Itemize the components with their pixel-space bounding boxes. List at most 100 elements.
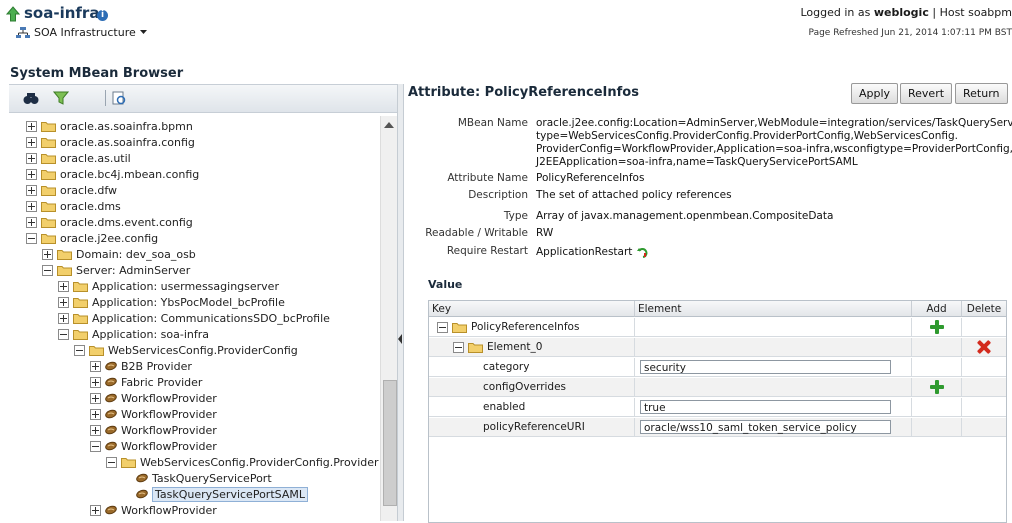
tree-node[interactable]: Server: AdminServer [42, 262, 190, 278]
tree-node-label[interactable]: Application: CommunicationsSDO_bcProfile [92, 312, 330, 325]
expand-icon[interactable] [90, 424, 101, 436]
revert-button[interactable]: Revert [900, 83, 953, 104]
element-value-input[interactable]: true [640, 400, 891, 414]
tree-node[interactable]: WebServicesConfig.ProviderConfig [74, 342, 298, 358]
tree-node[interactable]: Application: YbsPocModel_bcProfile [58, 294, 285, 310]
tree-node-label[interactable]: Server: AdminServer [76, 264, 190, 277]
collapse-icon[interactable] [453, 341, 464, 353]
col-header-element[interactable]: Element [635, 301, 912, 317]
tree-node-label[interactable]: Application: soa-infra [92, 328, 209, 341]
tree-node-label-selected[interactable]: TaskQueryServicePortSAML [152, 486, 308, 502]
tree-node-label[interactable]: oracle.as.soainfra.config [60, 136, 195, 149]
expand-icon[interactable] [26, 152, 37, 164]
tree-node-label[interactable]: oracle.j2ee.config [60, 232, 158, 245]
scroll-up-icon[interactable] [384, 122, 394, 128]
collapse-icon[interactable] [26, 232, 37, 244]
expand-icon[interactable] [90, 408, 101, 420]
collapse-icon[interactable] [90, 440, 101, 452]
apply-button[interactable]: Apply [851, 83, 899, 104]
expand-icon[interactable] [58, 296, 69, 308]
tree-node-label[interactable]: oracle.bc4j.mbean.config [60, 168, 199, 181]
collapse-icon[interactable] [74, 344, 85, 356]
expand-icon[interactable] [58, 280, 69, 292]
tree-node[interactable]: B2B Provider [90, 358, 192, 374]
tree-node[interactable]: oracle.j2ee.config [26, 230, 158, 246]
tree-node[interactable]: WebServicesConfig.ProviderConfig.Provide… [106, 454, 379, 470]
tree-node[interactable]: WorkflowProvider [90, 390, 217, 406]
tree-node-label[interactable]: Domain: dev_soa_osb [76, 248, 196, 261]
collapse-icon[interactable] [106, 456, 117, 468]
tree-node[interactable]: Domain: dev_soa_osb [42, 246, 196, 262]
tree-node[interactable]: Application: usermessagingserver [58, 278, 279, 294]
expand-icon[interactable] [90, 360, 101, 372]
tree-node[interactable]: oracle.dfw [26, 182, 117, 198]
expand-icon[interactable] [26, 136, 37, 148]
filter-icon[interactable] [53, 90, 69, 106]
tree-node[interactable]: oracle.dms [26, 198, 121, 214]
tree-node-label[interactable]: oracle.dfw [60, 184, 117, 197]
find-icon[interactable] [23, 90, 39, 106]
add-icon[interactable] [929, 380, 944, 394]
tree-node-label[interactable]: oracle.dms.event.config [60, 216, 193, 229]
expand-icon[interactable] [58, 312, 69, 324]
col-header-key[interactable]: Key [429, 301, 635, 317]
mbean-tree[interactable]: oracle.as.soainfra.bpmn oracle.as.soainfr… [9, 116, 379, 521]
soa-infrastructure-menu[interactable]: SOA Infrastructure [16, 26, 147, 39]
panel-splitter[interactable] [397, 84, 404, 521]
tree-node[interactable]: oracle.as.soainfra.config [26, 134, 195, 150]
tree-node-label[interactable]: Fabric Provider [121, 376, 202, 389]
tree-node[interactable]: oracle.as.soainfra.bpmn [26, 118, 193, 134]
tree-node-label[interactable]: WorkflowProvider [121, 440, 217, 453]
tree-node[interactable]: WorkflowProvider [90, 406, 217, 422]
expand-icon[interactable] [26, 216, 37, 228]
expand-icon[interactable] [26, 120, 37, 132]
username[interactable]: weblogic [874, 6, 929, 19]
expand-icon[interactable] [26, 200, 37, 212]
tree-node[interactable]: TaskQueryServicePort [136, 470, 272, 486]
expand-icon[interactable] [26, 168, 37, 180]
tree-node-label[interactable]: WorkflowProvider [121, 424, 217, 437]
tree-node[interactable]: Application: soa-infra [58, 326, 209, 342]
tree-node-label[interactable]: Application: usermessagingserver [92, 280, 279, 293]
refresh-icon[interactable] [111, 90, 127, 106]
scrollbar-thumb[interactable] [383, 380, 397, 506]
tree-node-label[interactable]: WorkflowProvider [121, 392, 217, 405]
expand-icon[interactable] [90, 376, 101, 388]
tree-node-label[interactable]: oracle.as.util [60, 152, 131, 165]
tree-node-label[interactable]: WebServicesConfig.ProviderConfig.Provide… [140, 456, 379, 469]
tree-node[interactable]: WorkflowProvider [90, 422, 217, 438]
collapse-icon[interactable] [437, 321, 448, 333]
tree-scrollbar[interactable] [380, 116, 398, 521]
tree-node-label[interactable]: WorkflowProvider [121, 408, 217, 421]
collapse-left-icon[interactable] [398, 334, 402, 344]
expand-icon[interactable] [90, 392, 101, 404]
tree-node[interactable]: oracle.dms.event.config [26, 214, 193, 230]
info-icon[interactable]: i [97, 10, 108, 21]
delete-icon[interactable] [977, 340, 991, 354]
tree-node[interactable]: WorkflowProvider [90, 438, 217, 454]
tree-node-label[interactable]: WebServicesConfig.ProviderConfig [108, 344, 298, 357]
tree-node-label[interactable]: Application: YbsPocModel_bcProfile [92, 296, 285, 309]
expand-icon[interactable] [26, 184, 37, 196]
tree-node[interactable]: Application: CommunicationsSDO_bcProfile [58, 310, 330, 326]
tree-node[interactable]: TaskQueryServicePortSAML [136, 486, 308, 502]
collapse-icon[interactable] [42, 264, 53, 276]
expand-icon[interactable] [42, 248, 53, 260]
up-arrow-icon[interactable] [6, 6, 20, 22]
tree-node-label[interactable]: B2B Provider [121, 360, 192, 373]
collapse-icon[interactable] [58, 328, 69, 340]
element-value-input[interactable]: security [640, 360, 891, 374]
tree-node[interactable]: oracle.as.util [26, 150, 131, 166]
element-value-input[interactable]: oracle/wss10_saml_token_service_policy [640, 420, 891, 434]
tree-node-label[interactable]: oracle.as.soainfra.bpmn [60, 120, 193, 133]
expand-icon[interactable] [90, 504, 101, 516]
tree-node-label[interactable]: WorkflowProvider [121, 504, 217, 517]
tree-node[interactable]: Fabric Provider [90, 374, 202, 390]
key-label: enabled [483, 401, 526, 413]
tree-node[interactable]: oracle.bc4j.mbean.config [26, 166, 199, 182]
tree-node[interactable]: WorkflowProvider [90, 502, 217, 518]
add-icon[interactable] [929, 320, 944, 334]
tree-node-label[interactable]: oracle.dms [60, 200, 121, 213]
tree-node-label[interactable]: TaskQueryServicePort [152, 472, 272, 485]
return-button[interactable]: Return [955, 83, 1008, 104]
